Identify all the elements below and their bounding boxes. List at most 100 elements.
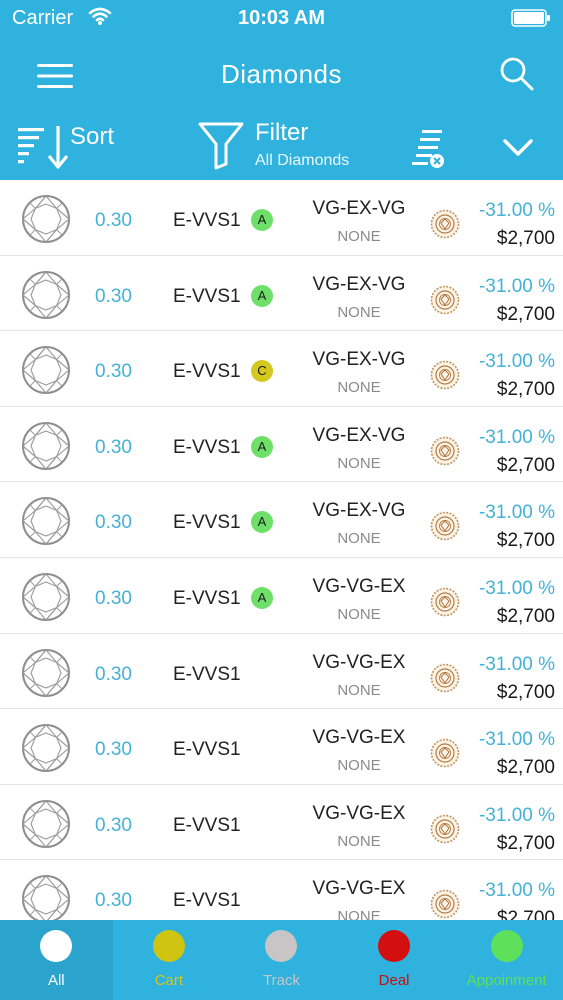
discount-percent: -31.00 % — [478, 729, 555, 751]
fluorescence: NONE — [337, 605, 381, 623]
round-diamond-icon — [22, 799, 70, 848]
price: $2,700 — [496, 832, 555, 854]
color-clarity: E-VVS1 — [173, 436, 241, 458]
price: $2,700 — [496, 303, 555, 325]
color-clarity: E-VVS1 — [173, 210, 241, 231]
carat-weight: 0.30 — [95, 814, 132, 836]
carat-weight: 0.30 — [95, 361, 132, 383]
color-clarity: E-VVS1 — [173, 739, 241, 761]
tab-label: Appoinment — [466, 972, 547, 989]
certificate-seal-icon[interactable] — [430, 285, 460, 315]
search-icon[interactable] — [499, 56, 535, 92]
tab-dot-icon — [40, 930, 73, 962]
cut-polish-symmetry: VG-EX-VG — [312, 424, 406, 446]
diamond-row[interactable]: 0.30 E-VVS1 VG-VG-EX NONE -31.00 % $2,70… — [0, 709, 563, 785]
discount-percent: -31.00 % — [478, 351, 555, 373]
certificate-seal-icon[interactable] — [430, 436, 460, 466]
carat-weight: 0.30 — [95, 512, 132, 534]
round-diamond-icon — [22, 648, 70, 697]
round-diamond-icon — [22, 497, 70, 546]
cut-polish-symmetry: VG-VG-EX — [312, 575, 406, 597]
grade-badge: A — [251, 209, 273, 231]
color-clarity: E-VVS1 — [173, 285, 241, 307]
certificate-seal-icon[interactable] — [430, 814, 460, 844]
certificate-seal-icon[interactable] — [430, 889, 460, 919]
fluorescence: NONE — [337, 908, 381, 920]
tab-cart[interactable]: Cart — [113, 920, 226, 1000]
grade-badge: A — [251, 284, 273, 307]
round-diamond-icon — [22, 195, 70, 243]
tab-track[interactable]: Track — [225, 920, 338, 1000]
diamond-row[interactable]: 0.30 E-VVS1 A VG-EX-VG NONE -31.00 % $2,… — [0, 407, 563, 483]
color-clarity: E-VVS1 — [173, 890, 241, 912]
diamond-row[interactable]: 0.30 E-VVS1 A VG-EX-VG NONE -31.00 % $2,… — [0, 482, 563, 558]
battery-icon — [511, 9, 550, 27]
carat-weight: 0.30 — [95, 663, 132, 685]
sort-button[interactable]: Sort — [16, 118, 126, 174]
grade-badge: A — [251, 511, 273, 534]
certificate-seal-icon[interactable] — [430, 360, 460, 390]
filter-funnel-icon — [198, 122, 244, 170]
certificate-seal-icon[interactable] — [430, 663, 460, 693]
grade-badge: C — [251, 360, 273, 383]
diamond-row[interactable]: 0.30 E-VVS1 C VG-EX-VG NONE -31.00 % $2,… — [0, 331, 563, 407]
diamond-row[interactable]: 0.30 E-VVS1 A VG-EX-VG NONE -31.00 % $2,… — [0, 256, 563, 332]
discount-percent: -31.00 % — [478, 804, 555, 826]
tab-appoinment[interactable]: Appoinment — [450, 920, 563, 1000]
color-clarity: E-VVS1 — [173, 814, 241, 836]
certificate-seal-icon[interactable] — [430, 511, 460, 541]
bottom-tab-bar: All Cart Track Deal Appoinment — [0, 920, 563, 1000]
carat-weight: 0.30 — [95, 210, 132, 231]
cut-polish-symmetry: VG-VG-EX — [312, 651, 406, 673]
diamond-list[interactable]: 0.30 E-VVS1 A VG-EX-VG NONE -31.00 % $2,… — [0, 180, 563, 920]
discount-percent: -31.00 % — [478, 653, 555, 675]
certificate-seal-icon[interactable] — [430, 587, 460, 617]
tab-dot-icon — [378, 930, 411, 962]
color-clarity: E-VVS1 — [173, 361, 241, 383]
diamond-row[interactable]: 0.30 E-VVS1 VG-VG-EX NONE -31.00 % $2,70… — [0, 860, 563, 920]
fluorescence: NONE — [337, 530, 381, 548]
certificate-seal-icon[interactable] — [430, 209, 460, 239]
cut-polish-symmetry: VG-EX-VG — [312, 273, 406, 295]
tab-dot-icon — [265, 930, 298, 962]
price: $2,700 — [496, 757, 555, 779]
round-diamond-icon — [22, 724, 70, 773]
cut-polish-symmetry: VG-VG-EX — [312, 727, 406, 749]
toolbar: Sort Filter All Diamonds — [0, 112, 563, 180]
status-bar: Carrier 10:03 AM — [0, 0, 563, 36]
fluorescence: NONE — [337, 757, 381, 775]
cut-polish-symmetry: VG-EX-VG — [312, 198, 406, 219]
diamond-row[interactable]: 0.30 E-VVS1 VG-VG-EX NONE -31.00 % $2,70… — [0, 634, 563, 710]
round-diamond-icon — [22, 421, 70, 470]
diamond-row[interactable]: 0.30 E-VVS1 VG-VG-EX NONE -31.00 % $2,70… — [0, 785, 563, 861]
filter-button[interactable]: Filter All Diamonds — [198, 116, 398, 176]
carat-weight: 0.30 — [95, 436, 132, 458]
diamond-row[interactable]: 0.30 E-VVS1 A VG-EX-VG NONE -31.00 % $2,… — [0, 180, 563, 256]
round-diamond-icon — [22, 572, 70, 621]
fluorescence: NONE — [337, 228, 381, 245]
fluorescence: NONE — [337, 454, 381, 472]
grade-badge: A — [251, 586, 273, 609]
tab-deal[interactable]: Deal — [338, 920, 451, 1000]
fluorescence: NONE — [337, 379, 381, 397]
tab-dot-icon — [490, 930, 523, 962]
discount-percent: -31.00 % — [478, 200, 555, 221]
price: $2,700 — [496, 908, 555, 920]
discount-percent: -31.00 % — [478, 502, 555, 524]
color-clarity: E-VVS1 — [173, 663, 241, 685]
tab-label: Cart — [154, 972, 184, 989]
tab-dot-icon — [152, 930, 185, 962]
page-title: Diamonds — [220, 59, 343, 89]
discount-percent: -31.00 % — [478, 275, 555, 297]
cut-polish-symmetry: VG-VG-EX — [312, 802, 406, 824]
discount-percent: -31.00 % — [478, 426, 555, 448]
certificate-seal-icon[interactable] — [430, 738, 460, 768]
fluorescence: NONE — [337, 303, 381, 321]
fluorescence: NONE — [337, 832, 381, 850]
diamond-row[interactable]: 0.30 E-VVS1 A VG-VG-EX NONE -31.00 % $2,… — [0, 558, 563, 634]
cut-polish-symmetry: VG-EX-VG — [312, 500, 406, 522]
clear-filter-icon[interactable] — [408, 124, 450, 172]
chevron-down-icon[interactable] — [502, 136, 534, 160]
tab-all[interactable]: All — [0, 920, 113, 1000]
header: Carrier 10:03 AM Diamonds Sort Filter Al… — [0, 0, 563, 180]
